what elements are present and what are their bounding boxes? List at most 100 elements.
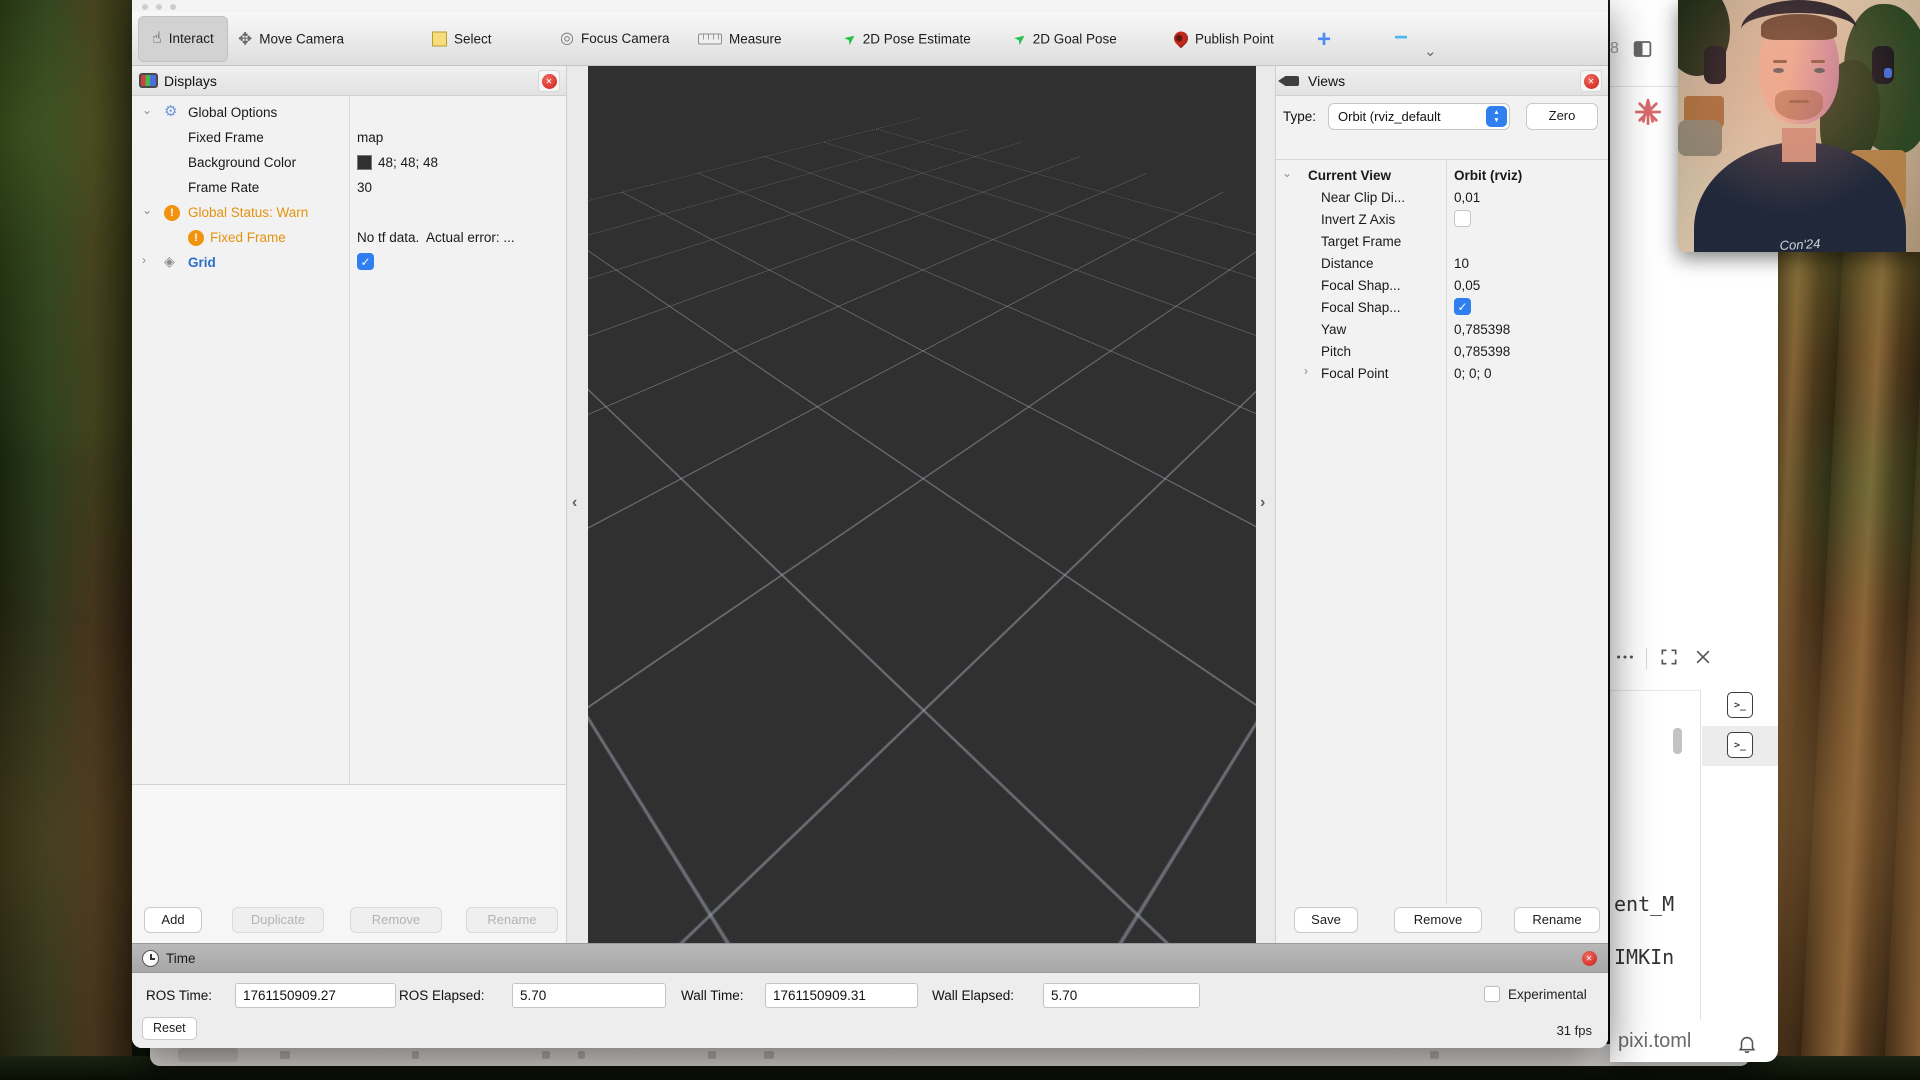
notification-bell-icon[interactable] xyxy=(1736,1032,1758,1061)
tool-publish-point[interactable]: Publish Point xyxy=(1174,31,1274,46)
move-icon: ✥ xyxy=(238,30,252,47)
displays-tree-row[interactable]: Background Color48; 48; 48 xyxy=(132,152,566,177)
close-time-button[interactable]: ✕ xyxy=(1578,947,1600,969)
views-rename-button[interactable]: Rename xyxy=(1514,907,1600,933)
property-value[interactable]: 0,05 xyxy=(1454,278,1480,293)
traffic-light-dot[interactable] xyxy=(142,4,148,10)
close-views-button[interactable]: ✕ xyxy=(1580,70,1602,92)
displays-tree-row[interactable]: Fixed Framemap xyxy=(132,127,566,152)
time-field-label: ROS Elapsed: xyxy=(399,988,485,1003)
views-tree-row[interactable]: Focal Shap...✓ xyxy=(1276,297,1608,319)
splitter-left[interactable]: ‹ xyxy=(567,66,588,943)
color-swatch[interactable] xyxy=(357,155,372,170)
tool-label: Focus Camera xyxy=(581,31,670,46)
more-actions-icon[interactable] xyxy=(1614,646,1636,673)
views-save-button[interactable]: Save xyxy=(1294,907,1358,933)
property-value[interactable]: No tf data. Actual error: ... xyxy=(357,230,515,245)
badge-count: 8 xyxy=(1610,40,1619,58)
views-panel-header[interactable]: Views ✕ xyxy=(1276,66,1608,96)
displays-duplicate-button[interactable]: Duplicate xyxy=(232,907,324,933)
property-value[interactable]: 0,785398 xyxy=(1454,322,1510,337)
traffic-light-dot[interactable] xyxy=(170,4,176,10)
time-field-input[interactable] xyxy=(235,983,396,1008)
views-remove-button[interactable]: Remove xyxy=(1394,907,1482,933)
tool-focus-camera[interactable]: ◎Focus Camera xyxy=(560,31,670,47)
expander-closed-icon[interactable]: › xyxy=(1304,364,1308,378)
displays-add-button[interactable]: Add xyxy=(144,907,202,933)
starburst-icon[interactable] xyxy=(1634,98,1662,131)
experimental-checkbox[interactable] xyxy=(1484,986,1500,1002)
ruler-icon xyxy=(698,33,722,44)
expander-closed-icon[interactable]: › xyxy=(142,253,146,267)
displays-tree-row[interactable]: ›◈Grid✓ xyxy=(132,252,566,277)
property-value[interactable]: 0; 0; 0 xyxy=(1454,366,1492,381)
remove-tool-button[interactable]: − xyxy=(1394,24,1408,52)
property-value[interactable]: 30 xyxy=(357,180,372,195)
tool-measure[interactable]: Measure xyxy=(698,31,782,46)
views-tree-row[interactable]: Invert Z Axis xyxy=(1276,209,1608,231)
terminal-icon[interactable]: >_ xyxy=(1727,732,1753,758)
warn-icon: ! xyxy=(164,205,180,221)
property-value[interactable]: 0,01 xyxy=(1454,190,1480,205)
views-tree-row[interactable]: Yaw0,785398 xyxy=(1276,319,1608,341)
ground-grid xyxy=(588,66,1256,575)
traffic-light-dot[interactable] xyxy=(156,4,162,10)
checkbox-unchecked[interactable] xyxy=(1454,210,1471,227)
displays-tree-row[interactable]: Frame Rate 30 xyxy=(132,177,566,202)
time-panel-header[interactable]: Time ✕ xyxy=(132,943,1608,973)
tool-select[interactable]: Select xyxy=(432,31,492,46)
property-value[interactable]: Orbit (rviz) xyxy=(1454,168,1522,183)
expander-open-icon[interactable]: ⌄ xyxy=(142,103,152,117)
scrollbar-thumb[interactable] xyxy=(1673,728,1682,754)
reset-button[interactable]: Reset xyxy=(142,1017,197,1040)
time-field-input[interactable] xyxy=(512,983,666,1008)
views-panel-title: Views xyxy=(1308,73,1345,89)
tool-move-camera[interactable]: ✥ Move Camera xyxy=(238,30,344,47)
collapse-right-arrow-icon[interactable]: › xyxy=(1260,494,1265,512)
dropdown-stepper-icon[interactable]: ▲▼ xyxy=(1486,106,1507,127)
zero-button[interactable]: Zero xyxy=(1526,103,1598,130)
collapse-left-arrow-icon[interactable]: ‹ xyxy=(572,494,577,512)
view-type-dropdown[interactable]: Orbit (rviz_default ▲▼ xyxy=(1328,103,1510,130)
views-tree-row[interactable]: Distance10 xyxy=(1276,253,1608,275)
views-tree-row[interactable]: Pitch 0,785398 xyxy=(1276,341,1608,363)
property-value[interactable]: 10 xyxy=(1454,256,1469,271)
views-tree-row[interactable]: ⌄Current ViewOrbit (rviz) xyxy=(1276,165,1608,187)
time-field-input[interactable] xyxy=(765,983,918,1008)
property-value[interactable]: 0,785398 xyxy=(1454,344,1510,359)
property-value[interactable]: 48; 48; 48 xyxy=(378,155,438,170)
terminal-icon[interactable]: >_ xyxy=(1727,692,1753,718)
expander-open-icon[interactable]: ⌄ xyxy=(142,203,152,217)
views-tree-row[interactable]: Focal Shap...0,05 xyxy=(1276,275,1608,297)
property-label: Pitch xyxy=(1321,344,1351,359)
gear-icon: ⚙ xyxy=(164,104,177,119)
tool-2d-goal-pose[interactable]: ➤2D Goal Pose xyxy=(1014,31,1117,46)
maximize-panel-icon[interactable] xyxy=(1659,647,1679,672)
displays-remove-button[interactable]: Remove xyxy=(350,907,442,933)
splitter-right[interactable]: › xyxy=(1256,66,1275,943)
close-panel-icon[interactable] xyxy=(1693,647,1713,672)
displays-tree-row[interactable]: !Fixed FrameNo tf data. Actual error: ..… xyxy=(132,227,566,252)
views-tree-row[interactable]: Near Clip Di...0,01 xyxy=(1276,187,1608,209)
displays-panel-header[interactable]: Displays ✕ xyxy=(132,66,566,96)
property-value[interactable]: map xyxy=(357,130,383,145)
layout-panel-icon[interactable] xyxy=(1632,38,1653,65)
displays-tree-row[interactable]: ⌄!Global Status: Warn xyxy=(132,202,566,227)
tool-label: Move Camera xyxy=(259,31,344,46)
checkbox-checked[interactable]: ✓ xyxy=(1454,298,1471,315)
views-tree-row[interactable]: ›Focal Point0; 0; 0 xyxy=(1276,363,1608,385)
tool-interact[interactable]: ☝Interact xyxy=(138,16,228,62)
time-field-input[interactable] xyxy=(1043,983,1200,1008)
expander-open-icon[interactable]: ⌄ xyxy=(1282,166,1292,180)
3d-viewport[interactable] xyxy=(588,66,1256,943)
property-label: Frame Rate xyxy=(188,180,259,195)
checkbox-checked[interactable]: ✓ xyxy=(357,253,374,270)
close-displays-button[interactable]: ✕ xyxy=(538,70,560,92)
displays-tree-row[interactable]: ⌄⚙Global Options xyxy=(132,102,566,127)
tool-2d-pose-estimate[interactable]: ➤2D Pose Estimate xyxy=(844,31,971,46)
desktop: 8 >_ >_ ent_M IMKIn xyxy=(0,0,1920,1080)
displays-rename-button[interactable]: Rename xyxy=(466,907,558,933)
toolbar-overflow-chevron-icon[interactable]: ⌄ xyxy=(1424,42,1437,60)
add-tool-button[interactable]: + xyxy=(1317,26,1331,54)
views-tree-row[interactable]: Target Frame xyxy=(1276,231,1608,253)
